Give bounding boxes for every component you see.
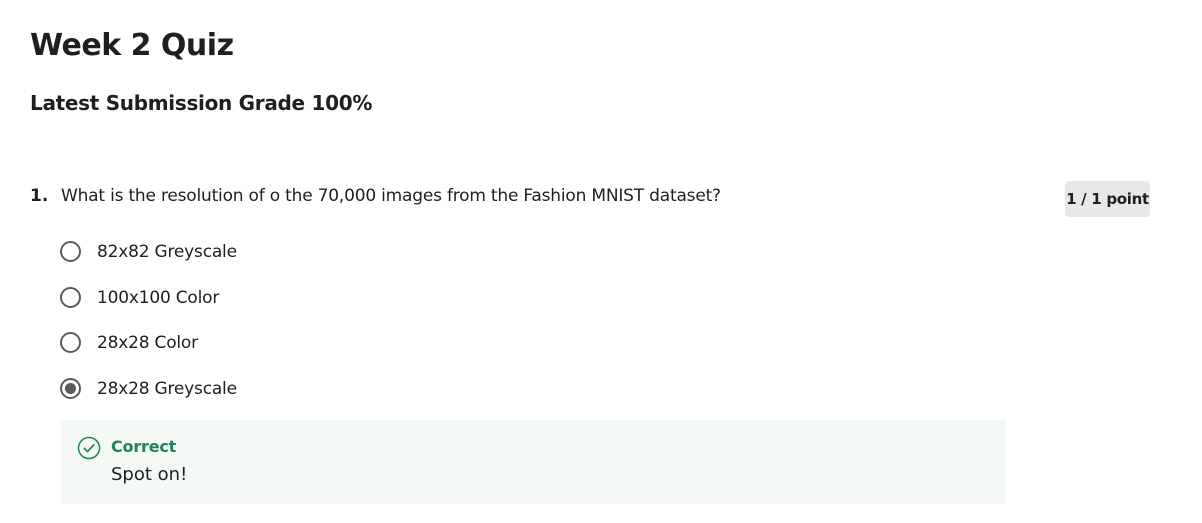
feedback-message: Spot on!	[111, 464, 188, 485]
answer-option[interactable]: 28x28 Color	[60, 328, 560, 374]
feedback-panel: Correct Spot on!	[61, 420, 1006, 504]
points-badge: 1 / 1 point	[1065, 181, 1150, 217]
answer-option-selected[interactable]: 28x28 Greyscale	[60, 374, 560, 420]
option-label: 100x100 Color	[97, 287, 220, 308]
page-title: Week 2 Quiz	[30, 28, 234, 63]
radio-button-selected[interactable]	[60, 377, 81, 399]
check-circle-icon	[77, 436, 101, 460]
radio-button[interactable]	[60, 241, 81, 262]
question-number: 1.	[30, 186, 49, 206]
submission-grade: Latest Submission Grade 100%	[30, 91, 373, 115]
radio-button[interactable]	[60, 286, 81, 308]
question-header: 1. What is the resolution of o the 70,00…	[30, 181, 1150, 217]
feedback-status: Correct	[111, 437, 177, 456]
quiz-page: Week 2 Quiz Latest Submission Grade 100%…	[0, 0, 1202, 523]
option-label: 28x28 Color	[97, 333, 198, 353]
option-label: 82x82 Greyscale	[97, 242, 237, 262]
radio-button[interactable]	[60, 332, 81, 353]
answer-options: 82x82 Greyscale 100x100 Color 28x28 Colo…	[60, 237, 560, 419]
option-label: 28x28 Greyscale	[97, 378, 237, 399]
answer-option[interactable]: 82x82 Greyscale	[60, 237, 560, 283]
answer-option[interactable]: 100x100 Color	[60, 283, 560, 329]
question-text: What is the resolution of o the 70,000 i…	[61, 186, 721, 206]
